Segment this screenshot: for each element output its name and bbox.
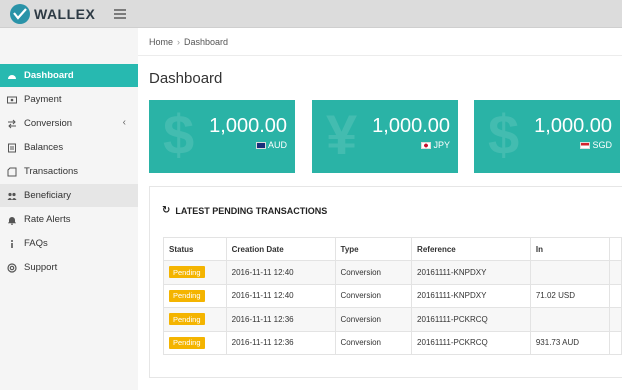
sidebar-item-label: Payment [24, 94, 62, 105]
column-header[interactable]: Status [163, 237, 227, 261]
card-amount: 1,000.00 [209, 115, 287, 137]
sidebar-item-payment[interactable]: Payment [0, 88, 138, 111]
sidebar-item-label: Beneficiary [24, 190, 71, 201]
main-content: Home › Dashboard Dashboard $ 1,000.00 AUD … [138, 28, 622, 390]
sidebar-item-balances[interactable]: Balances [0, 136, 138, 159]
cell-overflow [609, 330, 622, 355]
cell-overflow [609, 307, 622, 332]
cell-reference: 20161111-KNPDXY [411, 283, 531, 308]
divider [138, 55, 622, 56]
column-header[interactable]: Type [334, 237, 413, 261]
cell-date: 2016-11-11 12:36 [225, 330, 336, 355]
cell-reference: 20161111-PCKRCQ [411, 307, 531, 332]
column-header[interactable]: Creation Date [225, 237, 336, 261]
sidebar-item-support[interactable]: Support [0, 256, 138, 279]
column-header-overflow [609, 237, 622, 261]
currency-code: JPY [433, 140, 450, 150]
cell-in: 931.73 AUD [529, 330, 611, 355]
table-row[interactable]: Pending 2016-11-11 12:40 Conversion 2016… [163, 283, 622, 308]
sidebar-item-beneficiary[interactable]: Beneficiary [0, 184, 138, 207]
support-icon [7, 262, 17, 273]
yen-icon: ¥ [326, 103, 358, 166]
sidebar-item-label: Support [24, 262, 58, 273]
cell-in [529, 307, 611, 332]
japan-flag-icon [421, 141, 432, 149]
sidebar-item-label: FAQs [24, 238, 48, 249]
card-amount: 1,000.00 [372, 115, 450, 137]
balance-card-sgd[interactable]: $ 1,000.00 SGD [474, 100, 620, 173]
cell-type: Conversion [334, 283, 413, 308]
cell-type: Conversion [334, 330, 413, 355]
cell-date: 2016-11-11 12:40 [225, 260, 336, 285]
table-header-row: Status Creation Date Type Reference In [163, 237, 622, 261]
cell-type: Conversion [334, 260, 413, 285]
transactions-icon [7, 167, 17, 176]
sidebar-item-label: Dashboard [24, 70, 74, 81]
sidebar-item-conversion[interactable]: Conversion ‹ [0, 112, 138, 135]
dollar-icon: $ [488, 103, 520, 166]
table-row[interactable]: Pending 2016-11-11 12:36 Conversion 2016… [163, 330, 622, 355]
sidebar-item-label: Rate Alerts [24, 214, 71, 225]
conversion-icon [8, 119, 16, 128]
info-icon [11, 239, 13, 248]
column-header[interactable]: In [529, 237, 611, 261]
status-badge: Pending [169, 289, 205, 302]
payment-icon [7, 96, 17, 103]
australia-flag-icon [255, 141, 266, 149]
dashboard-icon [8, 74, 16, 79]
sidebar-item-label: Conversion [24, 118, 73, 129]
column-header[interactable]: Reference [411, 237, 531, 261]
breadcrumb-home[interactable]: Home [149, 37, 173, 47]
card-currency: JPY [421, 140, 450, 150]
refresh-icon[interactable]: ↻ [162, 205, 170, 216]
brand-name: WALLEX [34, 6, 96, 22]
cell-reference: 20161111-KNPDXY [411, 260, 531, 285]
sidebar-item-rate-alerts[interactable]: Rate Alerts [0, 208, 138, 231]
sidebar-item-faqs[interactable]: FAQs [0, 232, 138, 255]
breadcrumb: Home › Dashboard [149, 37, 229, 47]
pending-transactions-panel: ↻ LATEST PENDING TRANSACTIONS Status Cre… [149, 186, 622, 378]
bell-icon [8, 216, 16, 225]
card-currency: SGD [580, 140, 612, 150]
cell-type: Conversion [334, 307, 413, 332]
cell-date: 2016-11-11 12:36 [225, 307, 336, 332]
status-badge: Pending [169, 266, 205, 279]
chevron-left-icon[interactable]: ‹ [123, 117, 126, 128]
status-badge: Pending [169, 336, 205, 349]
balance-card-aud[interactable]: $ 1,000.00 AUD [149, 100, 295, 173]
table-row[interactable]: Pending 2016-11-11 12:40 Conversion 2016… [163, 260, 622, 285]
cell-in [529, 260, 611, 285]
table-row[interactable]: Pending 2016-11-11 12:36 Conversion 2016… [163, 307, 622, 332]
status-badge: Pending [169, 313, 205, 326]
cell-date: 2016-11-11 12:40 [225, 283, 336, 308]
currency-code: SGD [592, 140, 612, 150]
cell-overflow [609, 260, 622, 285]
wallex-logo[interactable]: WALLEX [10, 4, 95, 24]
top-bar: WALLEX [0, 0, 622, 28]
cell-reference: 20161111-PCKRCQ [411, 330, 531, 355]
cell-overflow [609, 283, 622, 308]
card-currency: AUD [255, 140, 287, 150]
currency-code: AUD [267, 140, 287, 150]
page-title: Dashboard [149, 70, 223, 87]
breadcrumb-current: Dashboard [184, 37, 229, 47]
sidebar-item-label: Balances [24, 142, 64, 153]
sidebar-item-label: Transactions [24, 166, 79, 177]
sidebar: Dashboard Payment Conversion ‹ Balances … [0, 28, 148, 390]
balance-card-jpy[interactable]: ¥ 1,000.00 JPY [312, 100, 458, 173]
singapore-flag-icon [580, 141, 591, 149]
dollar-icon: $ [163, 103, 195, 166]
panel-title-text: LATEST PENDING TRANSACTIONS [175, 205, 328, 216]
beneficiary-icon [7, 192, 17, 200]
cell-in: 71.02 USD [529, 283, 611, 308]
sidebar-item-transactions[interactable]: Transactions [0, 160, 138, 183]
logo-mark-icon [10, 4, 30, 24]
card-amount: 1,000.00 [534, 115, 612, 137]
balances-icon [8, 143, 16, 152]
sidebar-item-dashboard[interactable]: Dashboard [0, 64, 148, 87]
menu-toggle-icon[interactable] [114, 9, 126, 19]
pending-transactions-table: Status Creation Date Type Reference In P… [163, 237, 622, 355]
panel-title: ↻ LATEST PENDING TRANSACTIONS [162, 205, 327, 216]
